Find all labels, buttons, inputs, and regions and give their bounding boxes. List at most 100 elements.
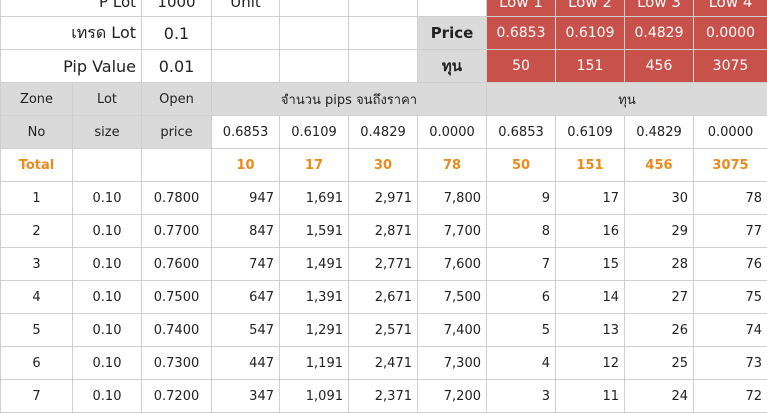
header-lot[interactable]: Lot — [73, 83, 142, 116]
empty-cell[interactable] — [212, 17, 280, 50]
pips-cell[interactable]: 2,371 — [349, 380, 418, 413]
capital-cell[interactable]: 26 — [625, 314, 694, 347]
pips-cell[interactable]: 347 — [212, 380, 280, 413]
empty-cell[interactable] — [280, 50, 349, 83]
price-1[interactable]: 0.6853 — [487, 17, 556, 50]
pips-cell[interactable]: 7,200 — [418, 380, 487, 413]
pips-cell[interactable]: 7,500 — [418, 281, 487, 314]
pips-cell[interactable]: 847 — [212, 215, 280, 248]
low-label-1[interactable]: Low 1 — [487, 0, 556, 17]
capital-cell[interactable]: 13 — [556, 314, 625, 347]
capital-1[interactable]: 50 — [487, 50, 556, 83]
open-price-cell[interactable]: 0.7300 — [142, 347, 212, 380]
price-4[interactable]: 0.0000 — [694, 17, 767, 50]
total-pips-2[interactable]: 17 — [280, 149, 349, 182]
capital-cell[interactable]: 24 — [625, 380, 694, 413]
open-price-cell[interactable]: 0.7800 — [142, 182, 212, 215]
empty-cell[interactable] — [73, 149, 142, 182]
zone-no-cell[interactable]: 4 — [1, 281, 73, 314]
capital-cell[interactable]: 27 — [625, 281, 694, 314]
lot-label[interactable]: P Lot — [1, 0, 142, 17]
pips-cell[interactable]: 747 — [212, 248, 280, 281]
header-price[interactable]: price — [142, 116, 212, 149]
pips-cell[interactable]: 2,471 — [349, 347, 418, 380]
capital-cell[interactable]: 73 — [694, 347, 767, 380]
price-label[interactable]: Price — [418, 17, 487, 50]
price-2[interactable]: 0.6109 — [556, 17, 625, 50]
header-pips-price-4[interactable]: 0.0000 — [418, 116, 487, 149]
capital-cell[interactable]: 4 — [487, 347, 556, 380]
header-pips-price-2[interactable]: 0.6109 — [280, 116, 349, 149]
empty-cell[interactable] — [349, 17, 418, 50]
open-price-cell[interactable]: 0.7500 — [142, 281, 212, 314]
trade-lot-label[interactable]: เทรด Lot — [1, 17, 142, 50]
capital-label[interactable]: ทุน — [418, 50, 487, 83]
low-label-3[interactable]: Low 3 — [625, 0, 694, 17]
capital-3[interactable]: 456 — [625, 50, 694, 83]
pips-cell[interactable]: 7,700 — [418, 215, 487, 248]
total-pips-3[interactable]: 30 — [349, 149, 418, 182]
pips-cell[interactable]: 547 — [212, 314, 280, 347]
zone-no-cell[interactable]: 7 — [1, 380, 73, 413]
capital-cell[interactable]: 74 — [694, 314, 767, 347]
open-price-cell[interactable]: 0.7400 — [142, 314, 212, 347]
capital-4[interactable]: 3075 — [694, 50, 767, 83]
pips-cell[interactable]: 7,400 — [418, 314, 487, 347]
pips-cell[interactable]: 7,300 — [418, 347, 487, 380]
zone-no-cell[interactable]: 1 — [1, 182, 73, 215]
pips-cell[interactable]: 2,771 — [349, 248, 418, 281]
capital-cell[interactable]: 78 — [694, 182, 767, 215]
total-capital-1[interactable]: 50 — [487, 149, 556, 182]
pip-value-label[interactable]: Pip Value — [1, 50, 142, 83]
header-capital-group[interactable]: ทุน — [487, 83, 767, 116]
capital-cell[interactable]: 12 — [556, 347, 625, 380]
header-size[interactable]: size — [73, 116, 142, 149]
capital-cell[interactable]: 3 — [487, 380, 556, 413]
pips-cell[interactable]: 1,691 — [280, 182, 349, 215]
header-capital-price-2[interactable]: 0.6109 — [556, 116, 625, 149]
empty-cell[interactable] — [280, 0, 349, 17]
pip-value-value[interactable]: 0.01 — [142, 50, 212, 83]
total-label[interactable]: Total — [1, 149, 73, 182]
capital-cell[interactable]: 76 — [694, 248, 767, 281]
empty-cell[interactable] — [280, 17, 349, 50]
zone-no-cell[interactable]: 6 — [1, 347, 73, 380]
empty-cell[interactable] — [142, 149, 212, 182]
trade-lot-value[interactable]: 0.1 — [142, 17, 212, 50]
pips-cell[interactable]: 1,591 — [280, 215, 349, 248]
lot-size-cell[interactable]: 0.10 — [73, 215, 142, 248]
zone-no-cell[interactable]: 3 — [1, 248, 73, 281]
empty-cell[interactable] — [349, 0, 418, 17]
lot-value[interactable]: 1000 — [142, 0, 212, 17]
capital-cell[interactable]: 9 — [487, 182, 556, 215]
capital-cell[interactable]: 15 — [556, 248, 625, 281]
pips-cell[interactable]: 1,191 — [280, 347, 349, 380]
pips-cell[interactable]: 2,571 — [349, 314, 418, 347]
unit-label[interactable]: Unit — [212, 0, 280, 17]
header-capital-price-1[interactable]: 0.6853 — [487, 116, 556, 149]
capital-cell[interactable]: 29 — [625, 215, 694, 248]
price-3[interactable]: 0.4829 — [625, 17, 694, 50]
low-label-2[interactable]: Low 2 — [556, 0, 625, 17]
pips-cell[interactable]: 947 — [212, 182, 280, 215]
pips-cell[interactable]: 1,091 — [280, 380, 349, 413]
pips-cell[interactable]: 7,800 — [418, 182, 487, 215]
header-pips-price-3[interactable]: 0.4829 — [349, 116, 418, 149]
pips-cell[interactable]: 647 — [212, 281, 280, 314]
lot-size-cell[interactable]: 0.10 — [73, 314, 142, 347]
header-no[interactable]: No — [1, 116, 73, 149]
header-zone[interactable]: Zone — [1, 83, 73, 116]
header-pips-group[interactable]: จำนวน pips จนถึงราคา — [212, 83, 487, 116]
pips-cell[interactable]: 2,671 — [349, 281, 418, 314]
capital-cell[interactable]: 6 — [487, 281, 556, 314]
capital-cell[interactable]: 77 — [694, 215, 767, 248]
capital-cell[interactable]: 75 — [694, 281, 767, 314]
capital-cell[interactable]: 11 — [556, 380, 625, 413]
total-capital-2[interactable]: 151 — [556, 149, 625, 182]
total-pips-4[interactable]: 78 — [418, 149, 487, 182]
capital-cell[interactable]: 16 — [556, 215, 625, 248]
lot-size-cell[interactable]: 0.10 — [73, 248, 142, 281]
capital-cell[interactable]: 8 — [487, 215, 556, 248]
total-capital-4[interactable]: 3075 — [694, 149, 767, 182]
empty-cell[interactable] — [212, 50, 280, 83]
